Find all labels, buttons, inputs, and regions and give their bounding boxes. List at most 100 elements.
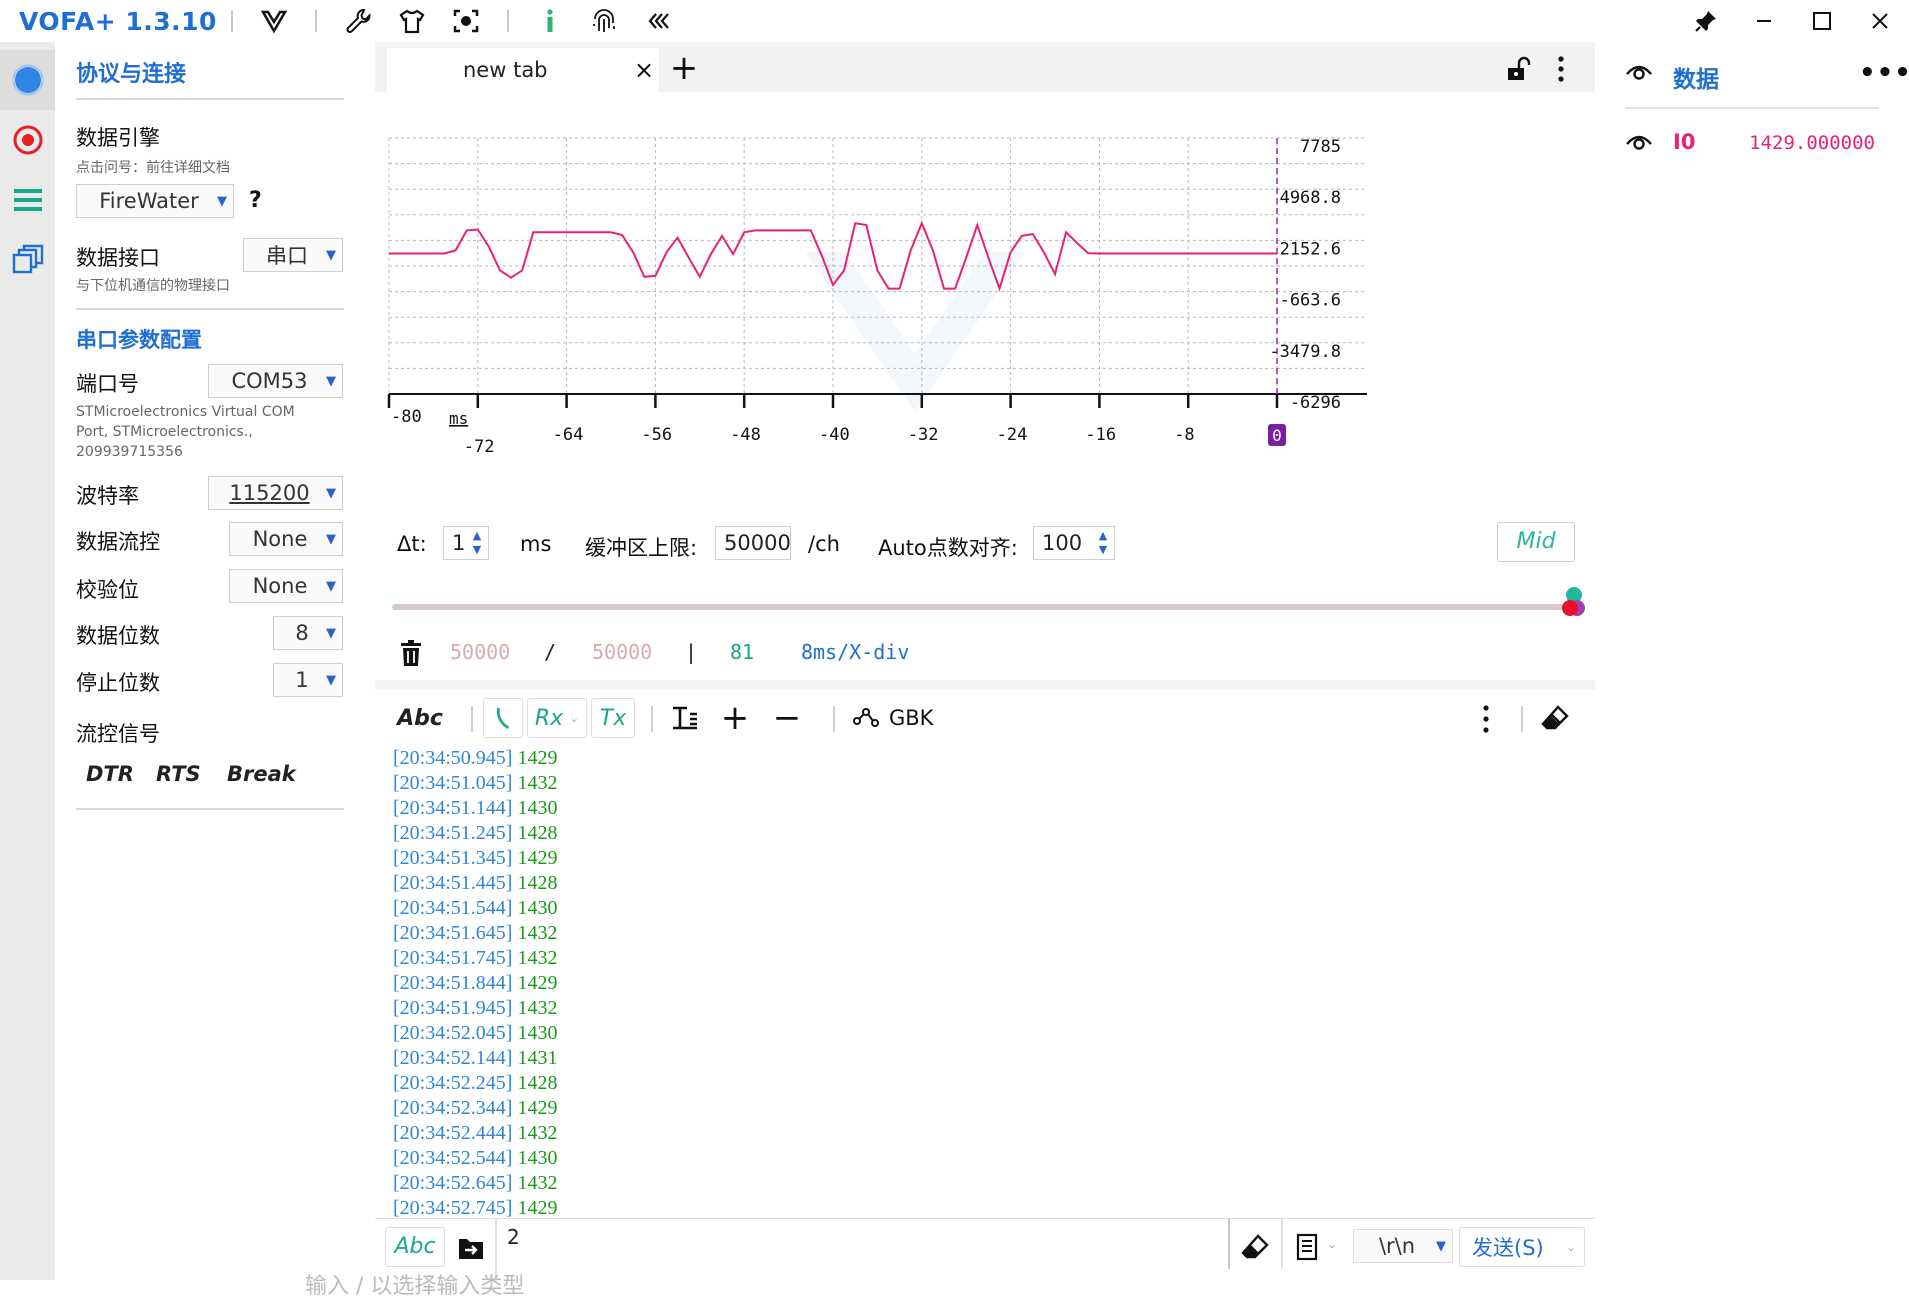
log-timestamp: [20:34:51.645] [393, 922, 513, 944]
chevron-down-icon[interactable]: ⌄ [1327, 1237, 1337, 1251]
log-line: [20:34:52.144] 1431 [393, 1046, 1595, 1071]
break-button[interactable]: Break [227, 762, 296, 786]
log-value: 1432 [517, 947, 558, 969]
dt-spinbox[interactable]: 1 ▲ ▼ [443, 526, 489, 560]
more-horizontal-icon[interactable]: ••• [1859, 58, 1909, 88]
capture-icon[interactable] [451, 6, 481, 36]
send-button[interactable]: 发送(S) ⌄ [1459, 1227, 1585, 1267]
databits-value: 8 [295, 621, 309, 645]
script-icon[interactable] [1295, 1233, 1321, 1261]
log-line: [20:34:51.345] 1429 [393, 846, 1595, 871]
main-area: new tab × + 7785 4968.8 2152.6 -663.6 -3479.… [375, 42, 1595, 1281]
vofa-logo-icon[interactable] [259, 6, 289, 36]
newline-select[interactable]: \r\n ▼ [1353, 1229, 1453, 1263]
record-icon[interactable] [0, 110, 55, 170]
text-format-icon[interactable] [665, 698, 705, 738]
log-timestamp: [20:34:51.544] [393, 897, 513, 919]
log-value: 1428 [517, 1072, 558, 1094]
info-icon[interactable] [535, 6, 565, 36]
trash-icon[interactable] [400, 640, 422, 666]
log-line: [20:34:51.245] 1428 [393, 821, 1595, 846]
tab-new-tab[interactable]: new tab × [387, 48, 659, 92]
buffer-input[interactable]: 50000 [715, 526, 791, 560]
encoding-button[interactable]: GBK [853, 698, 963, 738]
waveform-plot[interactable]: 7785 4968.8 2152.6 -663.6 -3479.8 -6296 -80 -7… [375, 92, 1595, 552]
port-desc-line2: Port, STMicroelectronics., [76, 424, 253, 440]
data-panel-title: 数据 [1673, 67, 1719, 93]
send-file-icon[interactable] [457, 1235, 485, 1261]
add-tab-button[interactable]: + [665, 50, 703, 88]
wrench-icon[interactable] [343, 6, 373, 36]
port-desc-line1: STMicroelectronics Virtual COM [76, 404, 295, 420]
zoom-in-button[interactable]: + [715, 698, 755, 738]
send-input[interactable]: 2 [507, 1225, 1107, 1273]
mid-button[interactable]: Mid [1497, 522, 1575, 562]
title-separator [314, 10, 317, 32]
fingerprint-icon[interactable] [589, 6, 619, 36]
rx-label: Rx [534, 705, 564, 731]
eye-icon[interactable] [1625, 128, 1653, 156]
abc-format-button[interactable]: Abc [395, 698, 445, 738]
timestamp-toggle-button[interactable] [483, 698, 523, 738]
rx-toggle-button[interactable]: Rx ⌄ [527, 698, 587, 738]
shirt-icon[interactable] [397, 6, 427, 36]
parity-label: 校验位 [76, 578, 139, 602]
spin-arrows-icon[interactable]: ▲ ▼ [470, 529, 484, 557]
spin-arrows-icon[interactable]: ▲ ▼ [1096, 529, 1110, 557]
log-line: [20:34:51.745] 1432 [393, 946, 1595, 971]
rts-button[interactable]: RTS [156, 762, 201, 786]
log-timestamp: [20:34:51.745] [393, 947, 513, 969]
slider-track[interactable] [392, 604, 1572, 610]
log-value: 1429 [517, 847, 558, 869]
dtr-button[interactable]: DTR [86, 762, 134, 786]
channel-name[interactable]: I0 [1673, 130, 1695, 154]
tab-close-icon[interactable]: × [629, 56, 659, 84]
stopbits-label: 停止位数 [76, 671, 160, 695]
more-vertical-icon[interactable] [1479, 704, 1493, 734]
eraser-icon[interactable] [1541, 704, 1569, 732]
waveform-chart[interactable]: 77854968.82152.6-663.6-3479.8-6296 -80-7… [375, 92, 1595, 552]
stopbits-select[interactable]: 1 ▼ [273, 663, 343, 697]
connection-icon[interactable] [0, 50, 55, 110]
eye-icon[interactable] [1625, 58, 1653, 86]
title-bar: VOFA+ 1.3.10 [0, 0, 1909, 42]
auto-align-spinbox[interactable]: 100 ▲ ▼ [1033, 526, 1115, 560]
icon-rail [0, 42, 55, 1280]
tx-toggle-button[interactable]: Tx [591, 698, 635, 738]
encoding-icon [853, 708, 879, 727]
parity-select[interactable]: None ▼ [229, 569, 343, 603]
chevron-down-icon: ▼ [1436, 1238, 1446, 1254]
port-value: COM53 [231, 369, 308, 393]
windows-icon[interactable] [0, 230, 55, 290]
receive-toolbar: Abc Rx ⌄ Tx + − GBK [375, 690, 1595, 746]
interface-select[interactable]: 串口 ▼ [243, 238, 343, 272]
port-select[interactable]: COM53 ▼ [208, 364, 343, 398]
baud-select[interactable]: 115200 ▼ [208, 476, 343, 510]
list-icon[interactable] [0, 170, 55, 230]
zoom-out-button[interactable]: − [767, 698, 807, 738]
encoding-label: GBK [889, 706, 934, 730]
databits-select[interactable]: 8 ▼ [273, 616, 343, 650]
buffer-unit: /ch [808, 532, 840, 556]
config-panel: 协议与连接 数据引擎 点击问号：前往详细文档 FireWater ▼ ? 数据接… [55, 42, 375, 1280]
timestamp-icon [496, 707, 510, 730]
buffer-slash: / [544, 640, 557, 664]
minimize-icon[interactable] [1735, 0, 1793, 42]
send-bar: Abc 2 ⌄ \r\n ▼ 发送(S) ⌄ [375, 1218, 1595, 1281]
close-icon[interactable] [1851, 0, 1909, 42]
more-vertical-icon[interactable] [1553, 54, 1569, 84]
y-tick-label: -663.6 [1280, 291, 1341, 311]
collapse-left-icon[interactable] [643, 6, 673, 36]
receive-log[interactable]: [20:34:50.945] 1429 [20:34:51.045] 1432 [2… [375, 746, 1595, 1244]
help-button[interactable]: ? [249, 188, 262, 213]
y-tick-label: 7785 [1300, 137, 1341, 157]
maximize-icon[interactable] [1793, 0, 1851, 42]
pin-icon[interactable] [1677, 0, 1735, 42]
slider-handles[interactable] [1558, 586, 1592, 624]
send-format-button[interactable]: Abc [385, 1227, 445, 1267]
engine-select[interactable]: FireWater ▼ [76, 184, 234, 218]
flow-select[interactable]: None ▼ [229, 522, 343, 556]
range-slider[interactable] [375, 586, 1595, 624]
eraser-icon[interactable] [1241, 1233, 1269, 1261]
unlock-icon[interactable] [1505, 56, 1531, 82]
